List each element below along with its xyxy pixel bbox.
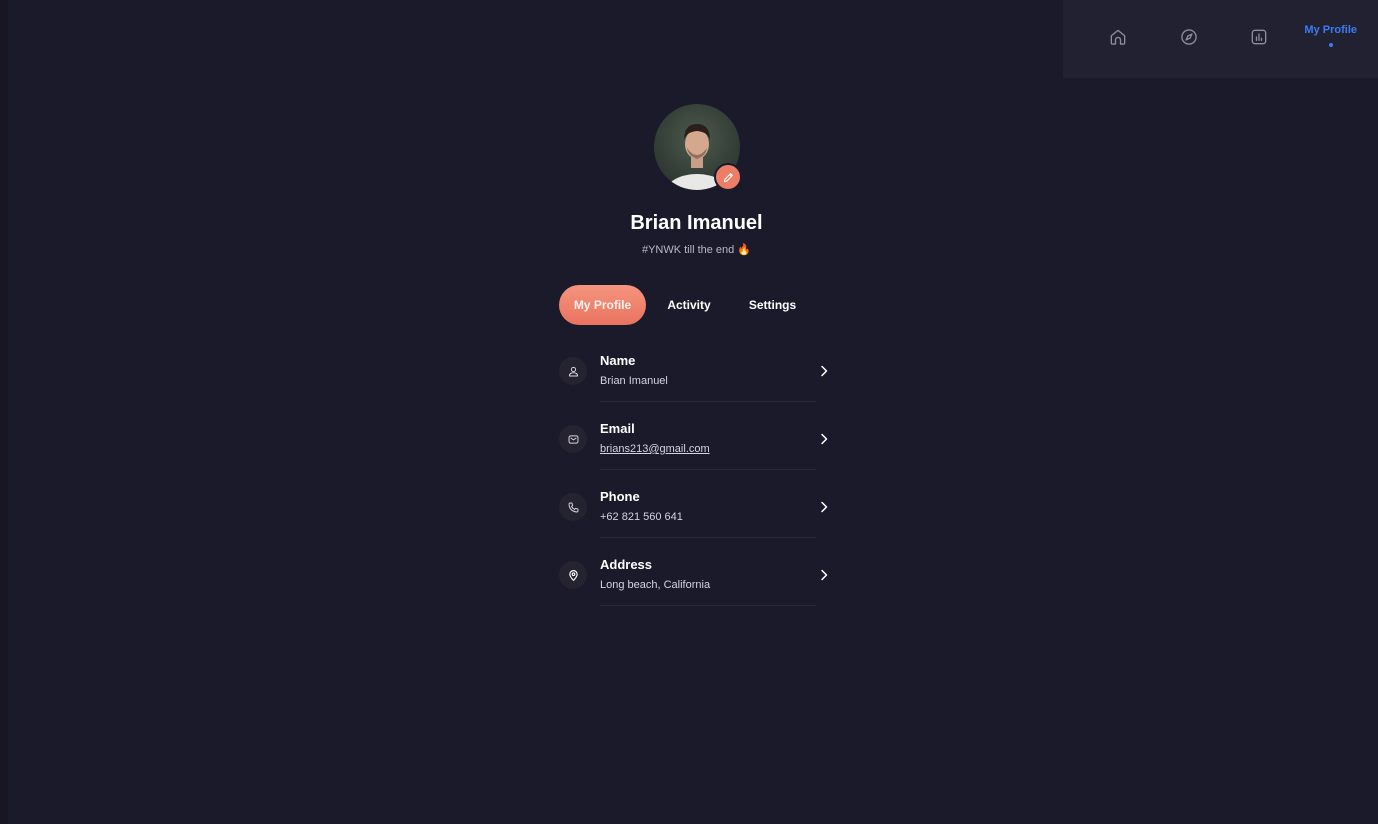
info-row-address[interactable]: Address Long beach, California xyxy=(559,552,834,620)
info-label-address: Address xyxy=(600,557,653,572)
fire-icon: 🔥 xyxy=(737,244,752,256)
mail-icon xyxy=(559,425,587,453)
tab-settings[interactable]: Settings xyxy=(740,285,805,325)
nav-my-profile-label: My Profile xyxy=(1304,24,1357,36)
chart-icon xyxy=(1251,29,1267,45)
email-link[interactable]: brians213@gmail.com xyxy=(600,443,710,455)
profile-info-list: Name Brian Imanuel Email brians213@gmail… xyxy=(559,348,834,620)
info-value-phone: +62 821 560 641 xyxy=(600,511,683,523)
info-label-email: Email xyxy=(600,421,635,436)
nav-stats-button[interactable] xyxy=(1244,22,1274,52)
nav-home-button[interactable] xyxy=(1103,22,1133,52)
nav-explore-button[interactable] xyxy=(1174,22,1204,52)
location-pin-icon xyxy=(559,561,587,589)
chevron-right-icon xyxy=(816,567,832,583)
avatar-container xyxy=(654,104,742,191)
divider xyxy=(600,537,816,538)
divider xyxy=(600,401,816,402)
compass-icon xyxy=(1181,29,1197,45)
info-value-address: Long beach, California xyxy=(600,579,711,591)
divider xyxy=(600,469,816,470)
window-left-edge xyxy=(0,0,8,824)
tab-my-profile[interactable]: My Profile xyxy=(559,285,646,325)
home-icon xyxy=(1110,29,1126,45)
tab-activity[interactable]: Activity xyxy=(658,285,720,325)
info-row-phone[interactable]: Phone +62 821 560 641 xyxy=(559,484,834,552)
chevron-right-icon xyxy=(816,431,832,447)
profile-bio-text: #YNWK till the end xyxy=(641,244,735,256)
nav-active-indicator xyxy=(1328,43,1333,47)
info-row-name[interactable]: Name Brian Imanuel xyxy=(559,348,834,416)
divider xyxy=(600,605,816,606)
profile-name: Brian Imanuel xyxy=(630,212,763,234)
info-row-email[interactable]: Email brians213@gmail.com xyxy=(559,416,834,484)
edit-avatar-button[interactable] xyxy=(714,163,742,191)
pencil-icon xyxy=(723,172,733,182)
chevron-right-icon xyxy=(816,363,832,379)
info-label-name: Name xyxy=(600,353,636,368)
phone-icon xyxy=(559,493,587,521)
top-navigation: My Profile xyxy=(1063,0,1378,78)
profile-tabs: My Profile Activity Settings xyxy=(559,285,834,325)
info-value-name: Brian Imanuel xyxy=(600,375,668,387)
info-label-phone: Phone xyxy=(600,489,640,504)
user-icon xyxy=(559,357,587,385)
profile-bio: #YNWK till the end 🔥 xyxy=(559,243,834,256)
chevron-right-icon xyxy=(816,499,832,515)
nav-my-profile-button[interactable]: My Profile xyxy=(1304,24,1357,47)
